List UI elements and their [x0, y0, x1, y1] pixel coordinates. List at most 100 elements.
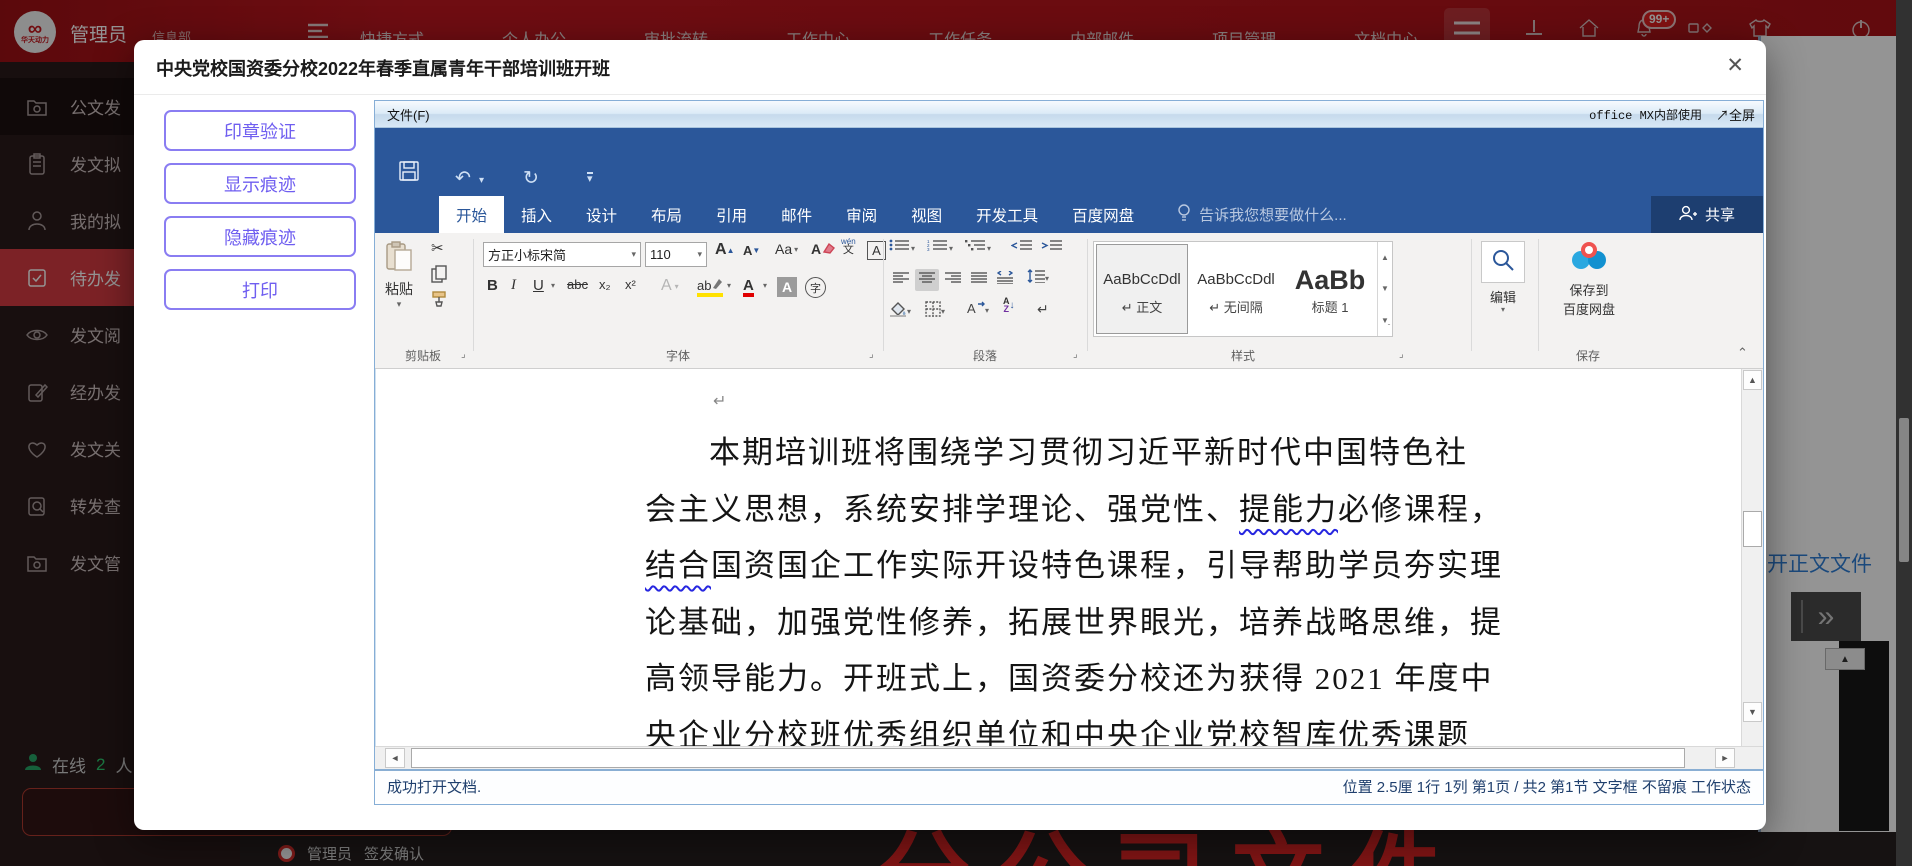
close-icon[interactable]: ✕: [1726, 53, 1744, 78]
modal-action-印章验证[interactable]: 印章验证: [164, 110, 356, 151]
ribbon-tab-布局[interactable]: 布局: [634, 196, 699, 233]
doc-hscroll-thumb[interactable]: [411, 748, 1685, 768]
align-center-button[interactable]: [915, 269, 939, 291]
text-effects-button[interactable]: A▾: [661, 277, 679, 295]
doc-scroll-down-icon[interactable]: ▼: [1743, 702, 1762, 722]
ribbon-tab-引用[interactable]: 引用: [699, 196, 764, 233]
style-item-正文[interactable]: AaBbCcDdl↵ 正文: [1096, 244, 1188, 334]
modal-action-显示痕迹[interactable]: 显示痕迹: [164, 163, 356, 204]
bold-button[interactable]: B: [487, 277, 498, 294]
justify-button[interactable]: [967, 269, 991, 291]
format-painter-icon[interactable]: [431, 291, 447, 312]
document-line-3: 结合国资国企工作实际开设特色课程，引导帮助学员夯实理: [645, 538, 1491, 595]
modal-action-打印[interactable]: 打印: [164, 269, 356, 310]
fullscreen-button[interactable]: ↗全屏: [1716, 105, 1755, 124]
doc-scroll-left-icon[interactable]: ◄: [385, 748, 405, 768]
underline-caret-icon[interactable]: ▾: [551, 281, 555, 290]
shading-button[interactable]: ▾: [889, 301, 911, 322]
edit-caret-icon[interactable]: ▾: [1481, 305, 1525, 314]
tell-me-box[interactable]: 告诉我您想要做什么...: [1177, 196, 1347, 233]
align-left-button[interactable]: [889, 269, 913, 291]
style-item-标题1[interactable]: AaBb标题 1: [1284, 244, 1376, 334]
superscript-button[interactable]: x²: [625, 277, 636, 292]
ribbon-tab-开始[interactable]: 开始: [439, 196, 504, 233]
ribbon-tab-视图[interactable]: 视图: [894, 196, 959, 233]
doc-vscroll-thumb[interactable]: [1743, 511, 1762, 547]
italic-button[interactable]: I: [511, 277, 516, 294]
paragraph-launcher-icon[interactable]: ⌟: [1073, 349, 1078, 360]
ribbon-tab-插入[interactable]: 插入: [504, 196, 569, 233]
document-line-5: 高领导能力。开班式上，国资委分校还为获得 2021 年度中: [645, 651, 1491, 708]
collapse-ribbon-icon[interactable]: ⌃: [1737, 345, 1748, 361]
multilevel-list-button[interactable]: ▾: [965, 239, 991, 257]
subscript-button[interactable]: x₂: [599, 277, 611, 292]
ribbon-tab-审阅[interactable]: 审阅: [829, 196, 894, 233]
ribbon-content: 粘贴 ▾ ✂ 剪贴板 ⌟ 方正小标宋简▾ 110▾ A▲ A▼ Aa▾: [375, 233, 1763, 369]
license-note: office MX内部使用: [1589, 106, 1702, 123]
asian-layout-button[interactable]: A▾: [965, 301, 989, 320]
document-modal: 中央党校国资委分校2022年春季直属青年干部培训班开班 ✕ 印章验证显示痕迹隐藏…: [134, 40, 1766, 830]
document-canvas[interactable]: ↵ 本期培训班将围绕学习贯彻习近平新时代中国特色社会主义思想，系统安排学理论、强…: [375, 369, 1763, 746]
editor-status-bar: 成功打开文档. 位置 2.5厘 1行 1列 第1页 / 共2 第1节 文字框 不…: [375, 769, 1763, 801]
save-icon[interactable]: [399, 161, 419, 187]
styles-scroll-buttons[interactable]: ▲▼▼̱: [1377, 242, 1392, 336]
clipboard-launcher-icon[interactable]: ⌟: [461, 349, 466, 360]
bullet-list-button[interactable]: ▾: [889, 239, 915, 257]
doc-vertical-scrollbar[interactable]: ▲ ▼: [1741, 369, 1763, 746]
document-line-4: 论基础，加强党性修养，拓展世界眼光，培养战略思维，提: [645, 595, 1491, 652]
ribbon-tab-开发工具[interactable]: 开发工具: [959, 196, 1055, 233]
paste-button[interactable]: 粘贴 ▾: [385, 241, 413, 310]
change-case-button[interactable]: Aa▾: [775, 241, 798, 257]
save-to-baidu-button[interactable]: 保存到 百度网盘: [1551, 239, 1627, 318]
style-item-无间隔[interactable]: AaBbCcDdl↵ 无间隔: [1190, 244, 1282, 334]
distribute-button[interactable]: [993, 269, 1017, 291]
share-person-icon: [1679, 205, 1697, 225]
decrease-indent-button[interactable]: [1011, 239, 1033, 257]
doc-horizontal-scrollbar[interactable]: ◄ ►: [375, 746, 1763, 769]
ribbon-tab-百度网盘[interactable]: 百度网盘: [1055, 196, 1151, 233]
cut-icon[interactable]: ✂: [431, 239, 444, 257]
numbered-list-button[interactable]: 123▾: [927, 239, 953, 257]
font-size-combo[interactable]: 110▾: [645, 242, 707, 267]
doc-scroll-up-icon[interactable]: ▲: [1743, 370, 1762, 390]
show-marks-button[interactable]: ↵: [1037, 301, 1049, 318]
clear-format-button[interactable]: A: [811, 241, 835, 257]
grow-font-button[interactable]: A▲: [715, 241, 734, 259]
enclose-char-button[interactable]: 字: [805, 277, 826, 298]
borders-button[interactable]: ▾: [925, 301, 945, 322]
styles-launcher-icon[interactable]: ⌟: [1399, 349, 1404, 360]
qa-customize-icon[interactable]: ▾: [587, 172, 593, 184]
char-shading-button[interactable]: A: [777, 277, 797, 297]
align-right-button[interactable]: [941, 269, 965, 291]
styles-more-icon: ▼̱: [1378, 305, 1392, 336]
sort-button[interactable]: AZ ↓: [1003, 297, 1015, 313]
phonetic-guide-button[interactable]: wén文: [841, 237, 856, 255]
modal-action-隐藏痕迹[interactable]: 隐藏痕迹: [164, 216, 356, 257]
redo-icon[interactable]: ↻: [523, 167, 539, 190]
file-menu[interactable]: 文件(F): [387, 105, 430, 124]
document-line-6: 央企业分校班优秀组织单位和中央企业党校智库优秀课题: [645, 708, 1491, 747]
font-name-combo[interactable]: 方正小标宋简▾: [483, 242, 641, 267]
font-launcher-icon[interactable]: ⌟: [869, 349, 874, 360]
ribbon-tab-邮件[interactable]: 邮件: [764, 196, 829, 233]
ribbon-tab-设计[interactable]: 设计: [569, 196, 634, 233]
font-color-caret-icon[interactable]: ▾: [763, 281, 767, 290]
lightbulb-icon: [1177, 204, 1191, 226]
highlight-caret-icon[interactable]: ▾: [727, 281, 731, 290]
line-spacing-button[interactable]: ▾: [1027, 269, 1049, 288]
underline-button[interactable]: U: [533, 277, 544, 294]
doc-scroll-right-icon[interactable]: ►: [1715, 748, 1735, 768]
clipboard-group-label: 剪贴板: [383, 347, 463, 364]
font-color-button[interactable]: A: [743, 277, 754, 297]
copy-icon[interactable]: [431, 265, 447, 288]
share-button[interactable]: 共享: [1651, 196, 1763, 233]
increase-indent-button[interactable]: [1041, 239, 1063, 257]
strikethrough-button[interactable]: abc: [567, 277, 588, 292]
shrink-font-button[interactable]: A▼: [743, 243, 760, 258]
undo-caret-icon[interactable]: ▾: [479, 175, 484, 186]
find-button[interactable]: [1481, 241, 1525, 283]
undo-icon[interactable]: ↶: [455, 167, 471, 190]
styles-gallery: AaBbCcDdl↵ 正文AaBbCcDdl↵ 无间隔AaBb标题 1▲▼▼̱: [1093, 241, 1393, 337]
highlight-color-button[interactable]: ab: [697, 277, 723, 297]
edit-menu-button[interactable]: 编辑: [1481, 287, 1525, 306]
